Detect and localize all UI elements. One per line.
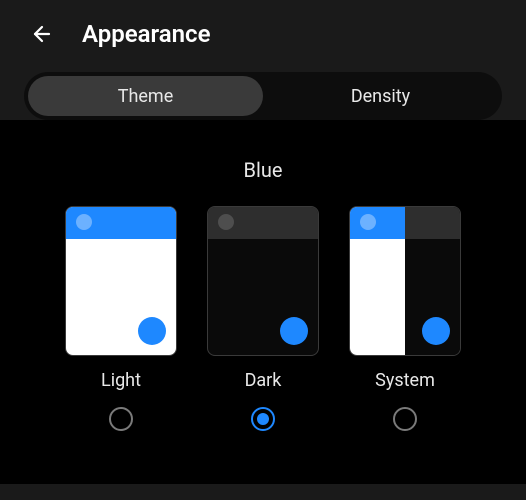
radio-light[interactable] <box>109 407 133 431</box>
page-title: Appearance <box>82 20 211 48</box>
radio-system[interactable] <box>393 407 417 431</box>
section-title: Blue <box>0 158 526 182</box>
radio-dark[interactable] <box>251 407 275 431</box>
tab-density[interactable]: Density <box>263 76 498 116</box>
preview-system <box>349 206 461 356</box>
preview-light <box>65 206 177 356</box>
preview-dark <box>207 206 319 356</box>
tab-bar: Theme Density <box>24 72 502 120</box>
option-label-dark: Dark <box>245 370 282 391</box>
theme-option-light[interactable]: Light <box>65 206 177 431</box>
theme-option-dark[interactable]: Dark <box>207 206 319 431</box>
theme-options: Light Dark System <box>0 206 526 431</box>
back-icon[interactable] <box>28 22 52 46</box>
option-label-light: Light <box>101 370 141 391</box>
content-area: Blue Light Dark <box>0 120 526 484</box>
option-label-system: System <box>375 370 435 391</box>
tab-theme[interactable]: Theme <box>28 76 263 116</box>
header: Appearance <box>0 0 526 68</box>
theme-option-system[interactable]: System <box>349 206 461 431</box>
